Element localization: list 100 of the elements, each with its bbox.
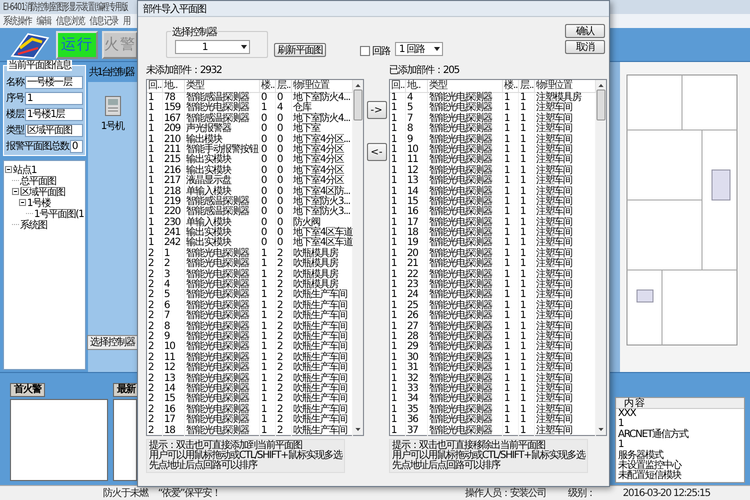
table-cell: 11 [406, 155, 428, 166]
table-cell: 智能感温探测器 [185, 207, 260, 218]
table-cell: 液晶显示盘 [185, 176, 260, 187]
table-cell: 1 [260, 384, 276, 394]
column-header[interactable]: 地.. [163, 80, 185, 92]
table-cell: 2 [147, 384, 163, 394]
table-cell: 1 [390, 259, 406, 270]
table-cell: 智能光电探测器 [428, 155, 503, 166]
table-cell-text: 1 [617, 419, 624, 430]
table-cell: 241 [163, 228, 185, 238]
collapse-icon[interactable] [19, 199, 26, 206]
input-field[interactable]: 1号楼1层 [25, 108, 83, 120]
table-cell: 17 [163, 415, 185, 426]
table-cell: 0 [276, 166, 292, 176]
checkbox-label[interactable]: 回路 [372, 44, 390, 58]
input-field[interactable]: 一号楼一层 [25, 76, 83, 88]
column-header[interactable]: 回.. [390, 80, 406, 92]
collapse-icon[interactable] [5, 166, 12, 173]
date-time: 2016-03-20 12:25:15 [622, 488, 710, 498]
table-cell: 25 [406, 300, 428, 312]
column-header[interactable]: 楼.. [260, 80, 276, 92]
table-cell: 2 [276, 394, 292, 405]
input-field[interactable]: 1 [25, 92, 83, 104]
table-cell: 1 [390, 426, 406, 436]
table-cell: 0 [260, 218, 276, 228]
table-cell: 2 [147, 404, 163, 416]
panel-tab[interactable]: 首火警 [10, 383, 45, 397]
table-cell: 1 [519, 322, 535, 332]
cabinet-icon[interactable] [104, 96, 120, 116]
table-cell: 1 [390, 290, 406, 301]
menu-item[interactable]: 系统操作 [3, 14, 32, 28]
remove-button[interactable]: <- [366, 143, 386, 161]
table-cell: 10 [163, 342, 185, 353]
tree-item[interactable]: 站点1 [13, 162, 36, 176]
column-header[interactable]: 类型 [185, 80, 260, 92]
menu-item[interactable]: 信息记录 [89, 14, 118, 28]
table-cell: 4 [406, 93, 428, 104]
tree-item[interactable]: 系统图 [20, 218, 47, 232]
refresh-button[interactable]: 刷新平面图 [274, 43, 326, 57]
add-button[interactable]: -> [366, 101, 386, 119]
menu-item[interactable]: 用 [123, 14, 130, 28]
table-cell: 1 [519, 114, 535, 124]
tree-item[interactable]: 区域平面图 [20, 184, 65, 198]
tree-item[interactable]: 1号楼 [27, 196, 50, 210]
column-header[interactable]: 楼.. [503, 80, 519, 92]
table-cell: 1 [260, 352, 276, 364]
input-field[interactable]: 0 [70, 140, 83, 152]
table-cell: 15 [163, 394, 185, 405]
table-cell: 1 [519, 332, 535, 342]
table-cell-text: 未设置监控中心 [617, 460, 682, 471]
table-cell: 9 [163, 332, 185, 342]
table-cell: 2 [147, 270, 163, 280]
table-cell: 0 [260, 124, 276, 135]
column-header[interactable]: 回.. [147, 80, 163, 92]
scrollbar[interactable] [353, 80, 364, 435]
tree-item[interactable]: 总平面图 [20, 174, 56, 188]
table-cell: 2 [147, 394, 163, 405]
table-cell: 智能光电探测器 [428, 374, 503, 384]
table-cell: 2 [147, 311, 163, 322]
loop-select[interactable]: 1 回路 [395, 42, 443, 56]
table-cell: 智能光电探测器 [428, 415, 503, 426]
tree-item[interactable]: 1号平面图(1 [34, 206, 84, 220]
table-cell: 1 [260, 259, 276, 270]
scrollbar[interactable] [596, 80, 606, 435]
table-cell: 智能光电探测器 [185, 374, 260, 384]
table-cell: 1 [260, 270, 276, 280]
column-header[interactable]: 层.. [519, 80, 535, 92]
table-cell: 1 [503, 176, 519, 187]
table-cell: 1 [503, 186, 519, 197]
table-cell: 1 [390, 207, 406, 218]
panel-tab[interactable]: 最新 [113, 383, 139, 397]
table-cell: 1 [260, 415, 276, 426]
collapse-icon[interactable] [12, 188, 19, 195]
parts-list[interactable] [146, 79, 364, 436]
table-cell: 2 [276, 384, 292, 394]
column-header[interactable]: 类型 [428, 80, 503, 92]
table-cell: 2 [276, 342, 292, 353]
select-controller-button[interactable]: 选择控制器 [87, 335, 138, 350]
table-cell: 1 [519, 93, 535, 104]
table-cell: 智能光电探测器 [428, 103, 503, 114]
table-cell: 1 [390, 166, 406, 176]
menu-item[interactable]: 信息浏览 [56, 14, 85, 28]
table-cell: 1 [390, 415, 406, 426]
checkbox[interactable] [360, 46, 370, 56]
cancel-button[interactable]: 取消 [565, 40, 605, 54]
table-cell: 4 [163, 280, 185, 290]
input-field[interactable]: 区域平面图 [25, 124, 83, 136]
table-cell: 0 [260, 207, 276, 218]
table-cell: 智能光电探测器 [428, 207, 503, 218]
table-cell: 219 [163, 196, 185, 208]
table-cell: 智能光电探测器 [185, 290, 260, 301]
parts-list[interactable] [389, 79, 607, 436]
table-cell: 1 [147, 114, 163, 124]
table-cell: 21 [406, 259, 428, 270]
column-header[interactable]: 地.. [406, 80, 428, 92]
table-cell: 1 [260, 248, 276, 260]
column-header[interactable]: 层.. [276, 80, 292, 92]
confirm-button[interactable]: 确认 [565, 24, 605, 38]
controller-select[interactable]: 1 [175, 40, 250, 54]
menu-item[interactable]: 编辑 [36, 14, 51, 28]
